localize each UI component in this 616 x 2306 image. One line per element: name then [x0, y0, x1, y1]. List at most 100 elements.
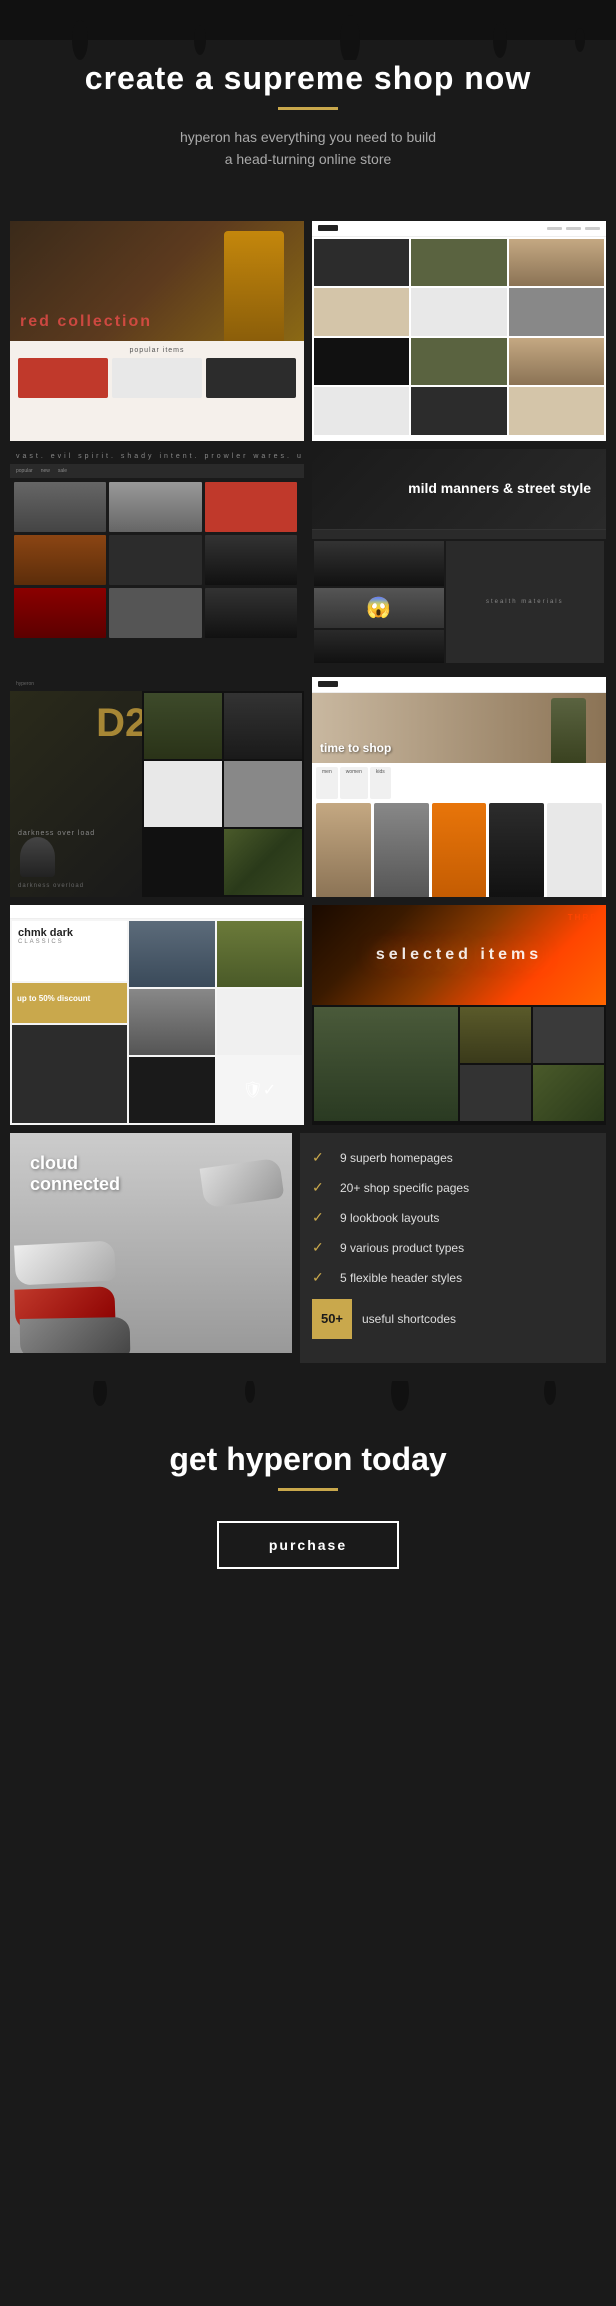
demo-3-product-red [14, 588, 106, 638]
demo-2-logo [318, 225, 338, 231]
demo-7-brand-sub: classics [18, 939, 121, 945]
demo-7-item-white [217, 989, 302, 1055]
grid-row-3: hyperon D2 darkness over load darkness o… [10, 677, 606, 897]
demo-8-side-2 [533, 1007, 604, 1063]
feature-item-4: ✓ 9 various product types [312, 1239, 594, 1257]
shortcodes-item: 50+ useful shortcodes [312, 1299, 594, 1339]
demo-4-tagline: mild manners & street style [408, 480, 591, 496]
demo-5-logo: hyperon [16, 681, 34, 687]
hero-subtitle-line2: a head-turning online store [40, 148, 576, 170]
hero-section: create a supreme shop now hyperon has ev… [0, 0, 616, 211]
demo-7-container: chmk dark classics up to 50% discount [10, 905, 304, 1125]
demo-4-stealth-label: stealth materials [486, 599, 564, 605]
demo-4-top-banner: mild manners & street style [312, 449, 606, 529]
demo-2-product-9 [509, 338, 604, 386]
demo-2-nav-1 [547, 227, 562, 230]
feature-item-2: ✓ 20+ shop specific pages [312, 1179, 594, 1197]
feature-text-5: 5 flexible header styles [340, 1271, 462, 1285]
demo-7-content: chmk dark classics up to 50% discount [10, 919, 304, 1125]
gold-divider [278, 107, 338, 110]
demo-2-product-5 [411, 288, 506, 336]
demo-3-screenshot: vast. evil spirit. shady intent. prowler… [10, 449, 304, 669]
drip-top-footer [0, 1381, 616, 1431]
feature-text-4: 9 various product types [340, 1241, 464, 1255]
demo-4-stealth-cell: stealth materials [446, 541, 604, 663]
demo-2-product-grid [312, 237, 606, 437]
demo-4-right-col: stealth materials [446, 541, 604, 663]
demo-7-brand-box: chmk dark classics [12, 921, 127, 981]
demo-6-person-3 [432, 803, 487, 897]
demo-6-person-5 [547, 803, 602, 897]
demo-3-product-jacket [205, 535, 297, 585]
demo-2-header [312, 221, 606, 237]
demo-3-nav-item-1: popular [16, 468, 33, 474]
demo-9-screenshot: cloudconnected [10, 1133, 292, 1353]
demo-2-container [312, 221, 606, 441]
demo-3-product-jacket2 [205, 588, 297, 638]
demo-8-side-1 [460, 1007, 531, 1063]
demo-6-person-1 [316, 803, 371, 897]
demo-5-product-5 [144, 829, 222, 895]
demo-6-hero-banner: time to shop [312, 693, 606, 763]
demo-2-product-6 [509, 288, 604, 336]
purchase-button[interactable]: purchase [217, 1521, 399, 1569]
demo-5-right [142, 691, 304, 897]
demo-9-shoe-1 [200, 1157, 285, 1208]
demo-6-person-2 [374, 803, 429, 897]
demo-4-brand-text: mild manners & street style [408, 480, 591, 497]
demo-7-item-person [129, 989, 214, 1055]
demo-6-cat-women: women [340, 767, 368, 799]
screenshots-grid: red collection popular items [0, 211, 616, 1381]
check-icon-2: ✓ [312, 1179, 330, 1197]
demo-3-nav-bar: popular new sale [10, 464, 304, 478]
demo-5-container: hyperon D2 darkness over load darkness o… [10, 677, 304, 897]
demo-5-left: D2 darkness over load darkness overload [10, 691, 142, 897]
grid-row-2: vast. evil spirit. shady intent. prowler… [10, 449, 606, 669]
demo-2-product-1 [314, 239, 409, 287]
demo-1-banner: red collection [10, 221, 304, 341]
demo-7-screenshot: chmk dark classics up to 50% discount [10, 905, 304, 1125]
demo-2-screenshot [312, 221, 606, 441]
hero-title: create a supreme shop now [40, 60, 576, 97]
demo-6-hero-text: time to shop [320, 741, 391, 755]
shortcodes-label: useful shortcodes [362, 1312, 456, 1326]
demo-9-container: cloudconnected [10, 1133, 292, 1363]
demo-1-item-1 [18, 358, 108, 398]
demo-7-icon-check: ✓ [263, 1080, 276, 1100]
feature-text-3: 9 lookbook layouts [340, 1211, 439, 1225]
demo-3-product-pants [109, 535, 201, 585]
demo-4-container: mild manners & street style 😱 stealth ma… [312, 449, 606, 669]
demo-2-product-8 [411, 338, 506, 386]
demo-5-product-2 [224, 693, 302, 759]
demo-5-content: D2 darkness over load darkness overload [10, 691, 304, 897]
demo-3-product-shirt [205, 482, 297, 532]
demo-4-left-col: 😱 [314, 541, 444, 663]
demo-8-side-4 [533, 1065, 604, 1121]
feature-text-2: 20+ shop specific pages [340, 1181, 469, 1195]
demo-7-shoes-box [12, 1025, 127, 1123]
demo-8-side-items [460, 1007, 604, 1121]
demo-3-product-gray [109, 588, 201, 638]
demo-9-shoe-4 [20, 1317, 131, 1353]
hero-subtitle-line1: hyperon has everything you need to build [40, 126, 576, 148]
demo-5-d2-text: D2 [96, 701, 142, 746]
demo-5-darkness-label: darkness over load [18, 830, 95, 837]
demo-2-product-10 [314, 387, 409, 435]
demo-9-cloud-text: cloudconnected [30, 1153, 120, 1196]
demo-2-product-12 [509, 387, 604, 435]
demo-8-bottom-grid [312, 1005, 606, 1123]
demo-4-bottom-section: 😱 stealth materials [312, 539, 606, 665]
demo-7-item-black-shoes [129, 1057, 214, 1123]
demo-6-categories-row: men women kids [312, 763, 606, 803]
demo-4-logo-strip [312, 529, 606, 539]
demo-8-container: selected items THRB [312, 905, 606, 1125]
demo-5-product-4 [224, 761, 302, 827]
demo-4-black-cell-2 [314, 630, 444, 663]
demo-1-item-3 [206, 358, 296, 398]
check-icon-5: ✓ [312, 1269, 330, 1287]
demo-1-popular-label: popular items [10, 341, 304, 358]
demo-6-container: time to shop men women kids [312, 677, 606, 897]
demo-4-black-cell-1 [314, 541, 444, 586]
demo-8-logo-tag: THRB [568, 913, 598, 922]
footer-title: get hyperon today [40, 1441, 576, 1478]
